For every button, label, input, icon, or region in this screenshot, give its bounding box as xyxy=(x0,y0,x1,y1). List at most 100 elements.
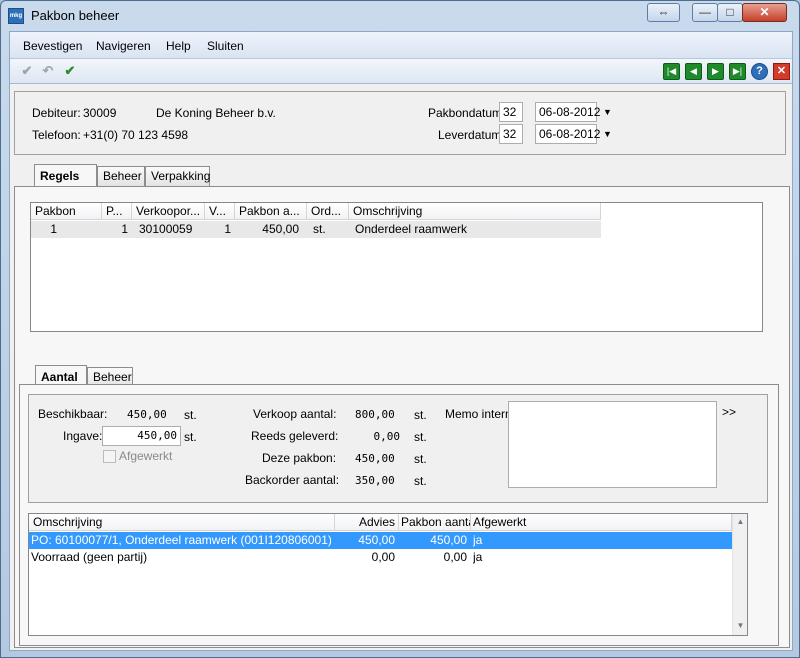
debiteur-number: 30009 xyxy=(83,106,117,120)
next-record-icon[interactable]: ▶ xyxy=(707,63,724,80)
deze-pakbon-unit: st. xyxy=(414,452,427,466)
table-row[interactable]: Voorraad (geen partij) 0,00 0,00 ja xyxy=(29,549,732,566)
app-logo-icon: mkg xyxy=(8,8,24,24)
confirm-all-icon[interactable]: ✔ xyxy=(62,63,78,79)
menu-help[interactable]: Help xyxy=(166,39,191,53)
memo-expand-button[interactable]: >> xyxy=(722,405,736,419)
column-header-pakbon-aantal[interactable]: Pakbon a... xyxy=(235,203,307,220)
column-header-advies[interactable]: Advies xyxy=(335,514,399,531)
customer-header-panel: Debiteur: 30009 De Koning Beheer b.v. Te… xyxy=(14,91,786,155)
pakbondatum-dropdown-icon[interactable]: ▼ xyxy=(603,107,612,117)
table-cell: st. xyxy=(313,222,326,236)
reeds-geleverd-value: 0,00 xyxy=(373,430,401,443)
backorder-aantal-value: 350,00 xyxy=(355,474,395,487)
undo-icon[interactable]: ↶ xyxy=(40,63,56,79)
afgewerkt-label: Afgewerkt xyxy=(119,449,173,463)
pakbondatum-field[interactable]: 06-08-2012 xyxy=(535,102,600,122)
debiteur-label: Debiteur: xyxy=(32,106,81,120)
first-record-icon[interactable]: |◀ xyxy=(663,63,680,80)
reeds-geleverd-label: Reeds geleverd: xyxy=(251,429,339,443)
last-record-icon[interactable]: ▶| xyxy=(729,63,746,80)
column-header-omschrijving[interactable]: Omschrijving xyxy=(349,203,601,220)
regels-tab-panel: Pakbon P... Verkoopor... V... Pakbon a..… xyxy=(14,186,790,648)
table-cell: Voorraad (geen partij) xyxy=(31,550,148,564)
window-close-button[interactable]: ✕ xyxy=(742,3,787,22)
table-cell: 1 xyxy=(50,222,57,236)
table-cell: 450,00 xyxy=(358,533,395,547)
tab-verpakking[interactable]: Verpakking xyxy=(145,166,210,186)
table-cell: ja xyxy=(473,533,483,547)
memo-intern-label: Memo intern: xyxy=(445,407,516,421)
client-area: Bevestigen Navigeren Help Sluiten ✔ ↶ ✔ … xyxy=(9,31,793,651)
backorder-aantal-label: Backorder aantal: xyxy=(245,473,340,487)
column-header-verkooporder[interactable]: Verkoopor... xyxy=(132,203,205,220)
beschikbaar-value: 450,00 xyxy=(127,408,167,421)
table-cell: ja xyxy=(473,550,483,564)
scroll-down-icon[interactable]: ▼ xyxy=(733,619,747,633)
regels-grid[interactable]: Pakbon P... Verkoopor... V... Pakbon a..… xyxy=(30,202,763,332)
resize-button[interactable]: ⇔ xyxy=(647,3,680,22)
reeds-geleverd-unit: st. xyxy=(414,430,427,444)
column-header-order-eenheid[interactable]: Ord... xyxy=(307,203,349,220)
previous-record-icon[interactable]: ◀ xyxy=(685,63,702,80)
ingave-label: Ingave: xyxy=(63,429,103,443)
afgewerkt-checkbox[interactable] xyxy=(103,450,116,463)
ingave-unit: st. xyxy=(184,430,197,444)
title-bar[interactable]: mkg Pakbon beheer ⇔ — □ ✕ xyxy=(1,1,799,31)
column-header-afgewerkt[interactable]: Afgewerkt xyxy=(471,514,732,531)
table-cell: 0,00 xyxy=(371,550,395,564)
table-cell: 450,00 xyxy=(262,222,299,236)
check-icon[interactable]: ✔ xyxy=(19,63,35,79)
tab-regels[interactable]: Regels xyxy=(34,164,97,186)
deze-pakbon-label: Deze pakbon: xyxy=(262,451,337,465)
column-header-pakbon[interactable]: Pakbon xyxy=(31,203,102,220)
ingave-field[interactable]: 450,00 xyxy=(102,426,181,446)
scroll-up-icon[interactable]: ▲ xyxy=(733,515,747,529)
partij-grid[interactable]: Omschrijving Advies Pakbon aantal Afgewe… xyxy=(28,513,748,636)
menu-navigeren[interactable]: Navigeren xyxy=(96,39,151,53)
table-row[interactable]: PO: 60100077/1, Onderdeel raamwerk (001I… xyxy=(29,532,732,549)
window-title: Pakbon beheer xyxy=(31,8,120,23)
deze-pakbon-value: 450,00 xyxy=(355,452,395,465)
minimize-button[interactable]: — xyxy=(692,3,718,22)
help-icon[interactable]: ? xyxy=(751,63,768,80)
column-header-v[interactable]: V... xyxy=(205,203,235,220)
leverdatum-week-field[interactable]: 32 xyxy=(499,124,523,144)
beschikbaar-unit: st. xyxy=(184,408,197,422)
app-window: mkg Pakbon beheer ⇔ — □ ✕ Bevestigen Nav… xyxy=(0,0,800,658)
beschikbaar-label: Beschikbaar: xyxy=(38,407,108,421)
menu-sluiten[interactable]: Sluiten xyxy=(207,39,244,53)
pakbondatum-week-field[interactable]: 32 xyxy=(499,102,523,122)
leverdatum-dropdown-icon[interactable]: ▼ xyxy=(603,129,612,139)
leverdatum-label: Leverdatum: xyxy=(438,128,505,142)
table-cell: 0,00 xyxy=(443,550,467,564)
backorder-aantal-unit: st. xyxy=(414,474,427,488)
verkoop-aantal-unit: st. xyxy=(414,408,427,422)
menu-bevestigen[interactable]: Bevestigen xyxy=(23,39,82,53)
pakbondatum-label: Pakbondatum: xyxy=(428,106,506,120)
memo-intern-textarea[interactable] xyxy=(508,401,717,488)
toolbar: ✔ ↶ ✔ |◀ ◀ ▶ ▶| ? ✕ xyxy=(10,59,792,84)
table-cell: 450,00 xyxy=(430,533,467,547)
close-icon[interactable]: ✕ xyxy=(773,63,790,80)
main-tab-strip: Regels Beheer Verpakking xyxy=(22,164,322,186)
table-cell: Onderdeel raamwerk xyxy=(355,222,468,236)
leverdatum-field[interactable]: 06-08-2012 xyxy=(535,124,600,144)
telefoon-value: +31(0) 70 123 4598 xyxy=(83,128,189,142)
column-header-p[interactable]: P... xyxy=(102,203,132,220)
table-row[interactable]: 1 1 30100059 1 450,00 st. Onderdeel raam… xyxy=(31,221,601,238)
verkoop-aantal-value: 800,00 xyxy=(355,408,395,421)
tab-beheer[interactable]: Beheer xyxy=(97,166,145,186)
partij-grid-header: Omschrijving Advies Pakbon aantal Afgewe… xyxy=(29,514,732,531)
telefoon-label: Telefoon: xyxy=(32,128,81,142)
debiteur-name: De Koning Beheer b.v. xyxy=(156,106,276,120)
quantity-panel: Beschikbaar: 450,00 st. Ingave: 450,00 s… xyxy=(28,394,768,503)
aantal-tab-panel: Beschikbaar: 450,00 st. Ingave: 450,00 s… xyxy=(19,384,779,646)
column-header-pakbon-aantal[interactable]: Pakbon aantal xyxy=(399,514,471,531)
column-header-omschrijving[interactable]: Omschrijving xyxy=(29,514,335,531)
verkoop-aantal-label: Verkoop aantal: xyxy=(253,407,337,421)
maximize-button[interactable]: □ xyxy=(717,3,743,22)
table-cell: 30100059 xyxy=(139,222,193,236)
regels-grid-header: Pakbon P... Verkoopor... V... Pakbon a..… xyxy=(31,203,601,220)
partij-grid-scrollbar[interactable]: ▲ ▼ xyxy=(732,514,747,635)
